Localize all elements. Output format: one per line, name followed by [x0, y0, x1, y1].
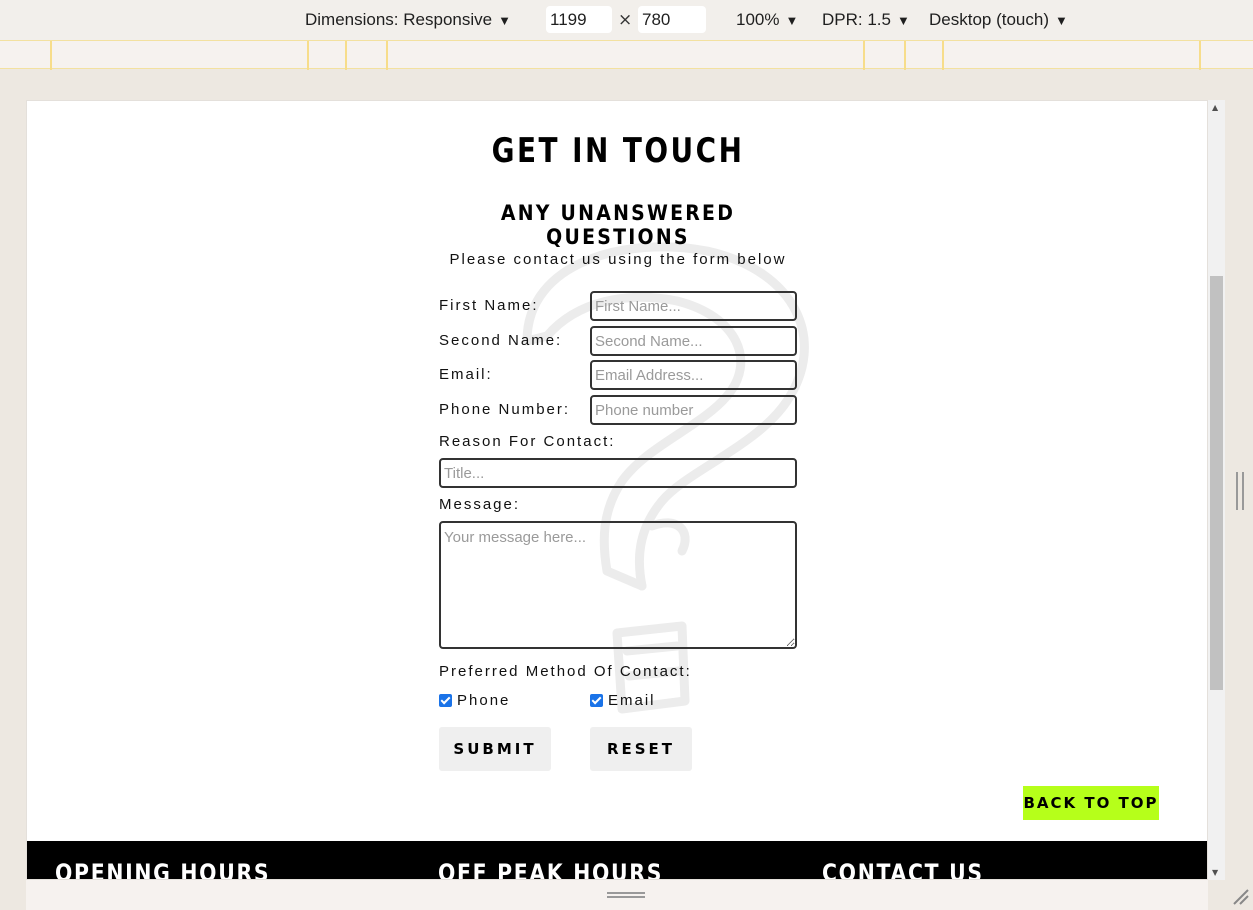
- first-name-label: First Name:: [439, 297, 539, 314]
- ruler-tick: [1199, 41, 1201, 70]
- dimensions-dropdown[interactable]: Dimensions: Responsive ▼: [305, 10, 511, 30]
- reason-label: Reason For Contact:: [439, 433, 616, 450]
- email-checkbox-label: Email: [608, 692, 656, 709]
- phone-number-input[interactable]: [590, 395, 797, 425]
- device-label: Desktop (touch): [929, 10, 1049, 29]
- page-viewport: GET IN TOUCH ANY UNANSWERED QUESTIONS Pl…: [26, 100, 1208, 880]
- ruler-tick: [386, 41, 388, 70]
- back-to-top-button[interactable]: BACK TO TOP: [1023, 786, 1159, 820]
- message-textarea[interactable]: [439, 521, 797, 649]
- resize-corner-icon[interactable]: [1230, 886, 1250, 906]
- ruler-tick: [904, 41, 906, 70]
- scroll-down-arrow-icon[interactable]: ▼: [1212, 868, 1218, 877]
- height-input[interactable]: [638, 6, 706, 33]
- first-name-input[interactable]: [590, 291, 797, 321]
- device-dropdown[interactable]: Desktop (touch) ▼: [929, 10, 1068, 30]
- off-peak-hours-heading: OFF PEAK HOURS: [438, 859, 664, 880]
- second-name-input[interactable]: [590, 326, 797, 356]
- ruler-tick: [307, 41, 309, 70]
- page-title: GET IN TOUCH: [491, 131, 745, 171]
- contact-us-heading: CONTACT US: [822, 859, 984, 880]
- chevron-down-icon: ▼: [896, 13, 910, 28]
- reset-button[interactable]: RESET: [590, 727, 692, 771]
- phone-checkbox-label: Phone: [457, 692, 511, 709]
- times-icon: ×: [618, 10, 633, 30]
- dpr-dropdown[interactable]: DPR: 1.5 ▼: [822, 10, 910, 30]
- devtools-toolbar: Dimensions: Responsive ▼ × 100% ▼ DPR: 1.5…: [0, 0, 1253, 40]
- resize-handle-right[interactable]: [1236, 472, 1244, 510]
- dimensions-label: Dimensions: Responsive: [305, 10, 493, 29]
- opening-hours-heading: OPENING HOURS: [55, 859, 271, 880]
- zoom-label: 100%: [736, 10, 780, 29]
- email-input[interactable]: [590, 360, 797, 390]
- viewport-scrollbar[interactable]: ▲ ▼: [1208, 100, 1225, 880]
- reason-input[interactable]: [439, 458, 797, 488]
- email-checkbox[interactable]: [590, 694, 603, 707]
- chevron-down-icon: ▼: [1055, 13, 1068, 28]
- phone-number-label: Phone Number:: [439, 401, 571, 418]
- ruler-tick: [345, 41, 347, 70]
- ruler-tick: [863, 41, 865, 70]
- viewport-bottom-bar: [26, 880, 1208, 910]
- width-input[interactable]: [546, 6, 612, 33]
- preferred-contact-label: Preferred Method Of Contact:: [439, 663, 692, 680]
- message-label: Message:: [439, 496, 521, 513]
- resize-handle-bottom[interactable]: [607, 892, 645, 898]
- scrollbar-thumb[interactable]: [1210, 276, 1223, 690]
- footer: OPENING HOURS OFF PEAK HOURS CONTACT US: [27, 841, 1207, 880]
- section-subtitle: ANY UNANSWERED QUESTIONS: [500, 201, 736, 249]
- phone-checkbox[interactable]: [439, 694, 452, 707]
- zoom-dropdown[interactable]: 100% ▼: [736, 10, 798, 30]
- dpr-label: DPR: 1.5: [822, 10, 891, 29]
- chevron-down-icon: ▼: [498, 13, 511, 28]
- second-name-label: Second Name:: [439, 332, 563, 349]
- submit-button[interactable]: SUBMIT: [439, 727, 551, 771]
- ruler-tick: [50, 41, 52, 70]
- scroll-up-arrow-icon[interactable]: ▲: [1212, 103, 1218, 112]
- ruler-tick: [942, 41, 944, 70]
- media-query-ruler[interactable]: [0, 40, 1253, 70]
- email-label: Email:: [439, 366, 493, 383]
- intro-text: Please contact us using the form below: [449, 251, 787, 268]
- chevron-down-icon: ▼: [785, 13, 799, 28]
